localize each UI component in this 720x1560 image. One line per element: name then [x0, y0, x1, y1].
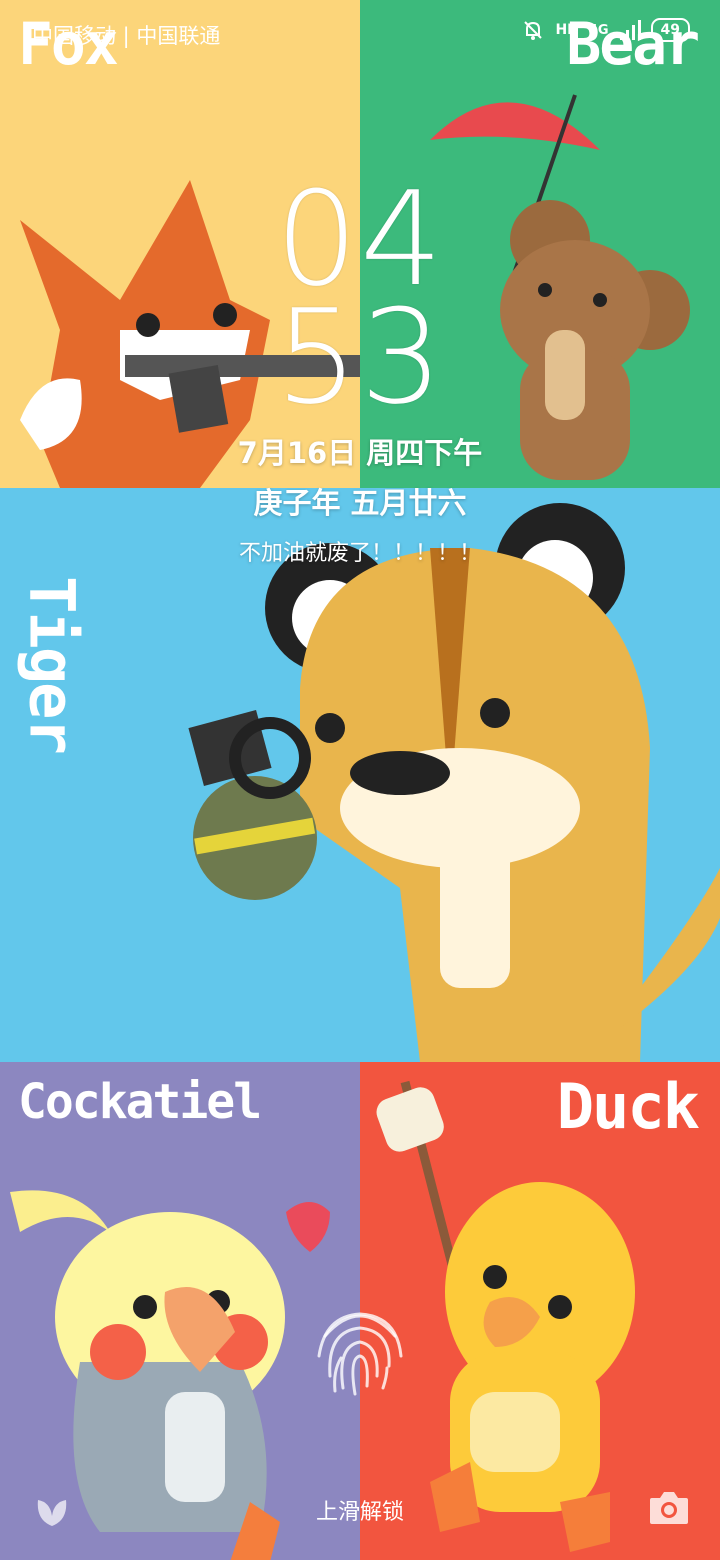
carrier-name: 中国移动 | 中国联通: [32, 24, 221, 48]
fingerprint-icon[interactable]: [305, 1296, 415, 1406]
notification-muted-icon: [524, 21, 543, 40]
hd-indicator: HD: [555, 22, 579, 38]
cockatiel-label: Cockatiel: [18, 1074, 262, 1130]
lunar-date-text: 庚子年 五月廿六: [253, 486, 467, 520]
date-text: 7月16日 周四下午: [237, 436, 483, 470]
signal-icon: [619, 20, 641, 40]
signature-text: 不加油就废了！！！！！: [238, 541, 481, 566]
tiger-label: Tiger: [15, 576, 89, 753]
battery-indicator: 49: [650, 18, 690, 42]
duck-label: Duck: [556, 1070, 700, 1143]
clock-minute: 53: [275, 281, 445, 433]
status-bar: 中国移动 | 中国联通 HD 4G 49: [0, 0, 720, 64]
lockscreen-clock: 04 53 7月16日 周四下午 庚子年 五月廿六 不加油就废了！！！！！: [0, 174, 720, 580]
swipe-up-unlock-hint[interactable]: 上滑解锁: [0, 1494, 720, 1526]
network-type: 4G: [588, 22, 609, 38]
camera-icon[interactable]: [648, 1488, 690, 1528]
status-icons: HD 4G 49: [521, 18, 690, 42]
